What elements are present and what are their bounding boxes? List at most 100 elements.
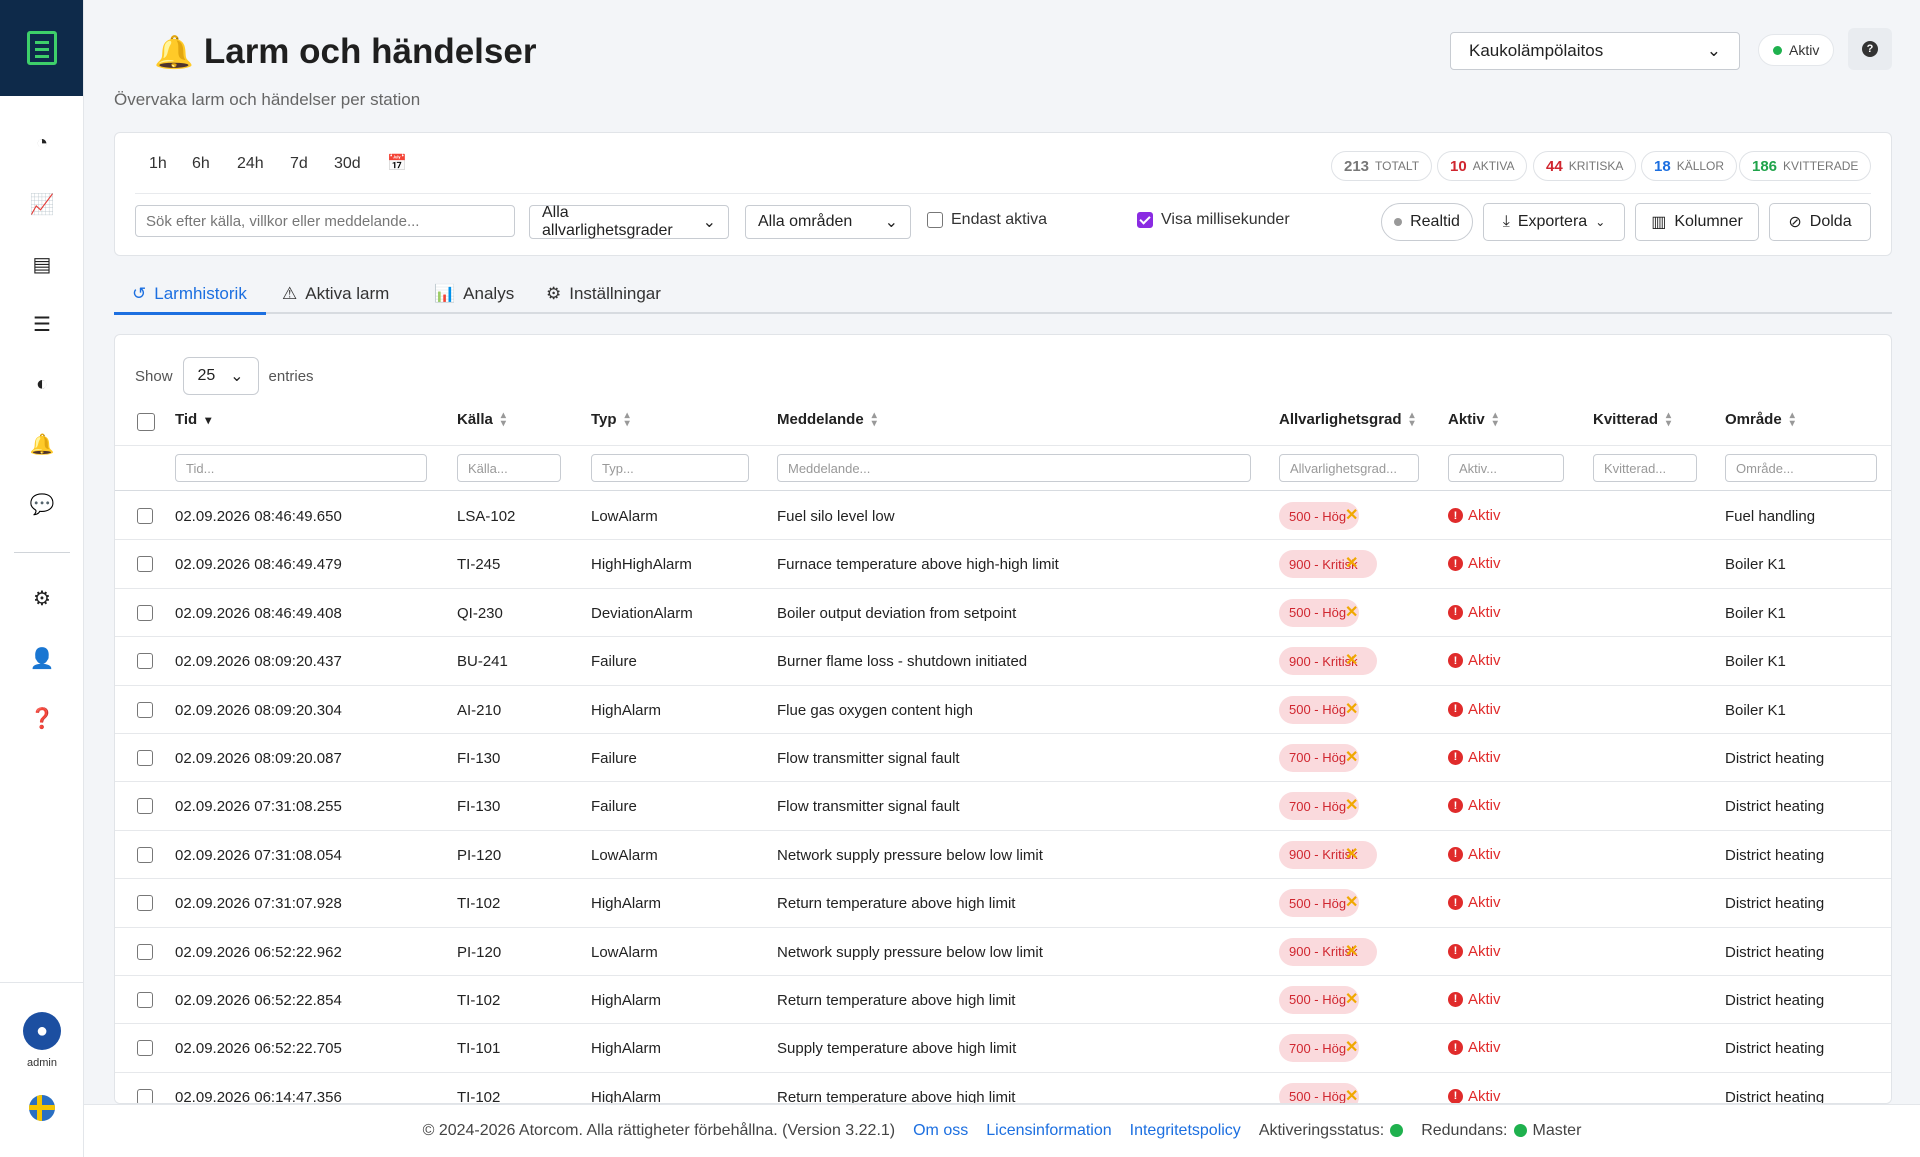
cell-type: HighAlarm	[591, 1040, 662, 1058]
row-checkbox[interactable]	[137, 653, 153, 670]
filter-acknowledged-input[interactable]: Kvitterad...	[1593, 454, 1697, 482]
show-ms-checkbox[interactable]: Visa millisekunder	[1137, 211, 1290, 229]
col-header-active[interactable]: Aktiv ▴ ▾	[1448, 410, 1498, 428]
col-header-severity-label: Allvarlighetsgrad	[1279, 411, 1402, 428]
row-checkbox[interactable]	[137, 1088, 153, 1103]
severity-select[interactable]: Alla allvarlighetsgrader ⌄	[529, 204, 729, 239]
checkbox-box[interactable]	[927, 212, 943, 228]
privacy-link[interactable]: Integritetspolicy	[1130, 1122, 1241, 1140]
table-row[interactable]: 02.09.2026 06:52:22.705 TI-101 HighAlarm Su…	[115, 1024, 1891, 1073]
select-all-checkbox[interactable]	[137, 413, 155, 431]
filter-area-input[interactable]: Område...	[1725, 454, 1877, 482]
export-button[interactable]: ⤓ Exportera ⌄	[1483, 203, 1625, 241]
station-select[interactable]: Kaukolämpölaitos ⌄	[1450, 32, 1740, 70]
cell-area: District heating	[1725, 1040, 1825, 1058]
row-checkbox[interactable]	[137, 846, 153, 863]
row-checkbox[interactable]	[137, 991, 153, 1008]
tab-analysis[interactable]: 📊 Analys	[434, 284, 514, 304]
tab-alarm-history-label: Larmhistorik	[154, 284, 247, 303]
avatar[interactable]: ●	[23, 1012, 61, 1050]
table-row[interactable]: 02.09.2026 08:46:49.650 LSA-102 LowAlarm Fu…	[115, 492, 1891, 541]
filter-time-input[interactable]: Tid...	[175, 454, 427, 482]
range-1h[interactable]: 1h	[149, 155, 167, 173]
filter-message-input[interactable]: Meddelande...	[777, 454, 1251, 482]
checkbox-box-checked[interactable]	[1137, 212, 1153, 228]
page-length-value: 25	[197, 367, 216, 384]
area-select[interactable]: Alla områden ⌄	[745, 205, 911, 239]
range-30d[interactable]: 30d	[334, 155, 361, 173]
filter-type-input[interactable]: Typ...	[591, 454, 749, 482]
help-icon[interactable]: ❓	[24, 700, 60, 736]
cell-message: Furnace temperature above high-high limi…	[777, 556, 1059, 574]
columns-button[interactable]: ▥ Kolumner	[1635, 203, 1759, 241]
row-checkbox[interactable]	[137, 749, 153, 766]
tab-settings[interactable]: ⚙ Inställningar	[546, 284, 661, 304]
row-checkbox[interactable]	[137, 798, 153, 815]
bell-icon[interactable]: 🔔	[24, 426, 60, 462]
brain-icon[interactable]: ◐	[24, 366, 60, 402]
table-row[interactable]: 02.09.2026 06:52:22.962 PI-120 LowAlarm Net…	[115, 928, 1891, 976]
search-input[interactable]: Sök efter källa, villkor eller meddeland…	[135, 205, 515, 237]
only-active-checkbox[interactable]: Endast aktiva	[927, 211, 1047, 229]
swedish-flag-icon[interactable]	[29, 1095, 55, 1121]
license-link[interactable]: Licensinformation	[986, 1122, 1111, 1140]
about-link[interactable]: Om oss	[913, 1122, 968, 1140]
col-header-message[interactable]: Meddelande ▴ ▾	[777, 410, 877, 428]
help-button[interactable]: ?	[1848, 28, 1892, 70]
row-checkbox[interactable]	[137, 556, 153, 573]
exclamation-icon: !	[1448, 991, 1463, 1007]
row-checkbox[interactable]	[137, 604, 153, 621]
alarm-table-panel: Show 25 ⌄ entries Tid ▾ Källa ▴ ▾ Typ ▴ ▾ Medd…	[114, 334, 1892, 1104]
dashboard-icon[interactable]: ◔	[24, 125, 60, 161]
user-settings-icon[interactable]: 👤	[24, 640, 60, 676]
row-checkbox[interactable]	[137, 1040, 153, 1057]
cell-type: LowAlarm	[591, 508, 658, 525]
gear-icon[interactable]: ⚙	[24, 580, 60, 616]
cell-time: 02.09.2026 08:46:49.479	[175, 556, 342, 574]
table-row[interactable]: 02.09.2026 07:31:08.255 FI-130 Failure Flow…	[115, 782, 1891, 831]
range-6h[interactable]: 6h	[192, 155, 210, 173]
col-header-source[interactable]: Källa ▴ ▾	[457, 410, 506, 428]
page-length-select[interactable]: 25 ⌄	[182, 357, 259, 395]
database-icon[interactable]: ☰	[24, 306, 60, 342]
document-icon[interactable]: ▤	[24, 246, 60, 282]
filter-severity-input[interactable]: Allvarlighetsgrad...	[1279, 454, 1419, 482]
filter-active-input[interactable]: Aktiv...	[1448, 454, 1564, 482]
cell-time: 02.09.2026 08:09:20.304	[175, 701, 342, 719]
sms-icon[interactable]: 💬	[24, 486, 60, 522]
exclamation-icon: !	[1448, 895, 1463, 911]
cell-active: ! Aktiv	[1448, 652, 1501, 669]
table-row[interactable]: 02.09.2026 07:31:07.928 TI-102 HighAlarm Re…	[115, 879, 1891, 928]
app-logo[interactable]	[0, 0, 83, 96]
col-header-time[interactable]: Tid ▾	[175, 411, 211, 428]
filter-source-input[interactable]: Källa...	[457, 454, 561, 482]
table-row[interactable]: 02.09.2026 08:46:49.408 QI-230 DeviationAl…	[115, 588, 1891, 638]
cell-time: 02.09.2026 08:09:20.437	[175, 653, 342, 671]
row-checkbox[interactable]	[137, 508, 153, 524]
row-checkbox[interactable]	[137, 943, 153, 960]
table-row[interactable]: 02.09.2026 06:52:22.854 TI-102 HighAlarm Re…	[115, 975, 1891, 1025]
col-header-area[interactable]: Område ▴ ▾	[1725, 410, 1795, 428]
redundancy-dot-icon	[1513, 1124, 1527, 1138]
col-header-severity[interactable]: Allvarlighetsgrad ▴ ▾	[1279, 410, 1415, 428]
table-row[interactable]: 02.09.2026 06:14:47.356 TI-102 HighAlarm Re…	[115, 1072, 1891, 1103]
table-row[interactable]: 02.09.2026 07:31:08.054 PI-120 LowAlarm Net…	[115, 831, 1891, 880]
row-checkbox[interactable]	[137, 895, 153, 912]
table-row[interactable]: 02.09.2026 08:09:20.304 AI-210 HighAlarm Fl…	[115, 685, 1891, 734]
col-header-acknowledged[interactable]: Kvitterad ▴ ▾	[1593, 410, 1671, 428]
tab-active-alarms[interactable]: ⚠ Aktiva larm	[282, 284, 389, 304]
calendar-icon[interactable]: 📅	[387, 153, 407, 173]
table-row[interactable]: 02.09.2026 08:46:49.479 TI-245 HighHighAla…	[115, 540, 1891, 589]
tab-alarm-history[interactable]: ↺ Larmhistorik	[132, 284, 247, 304]
range-24h[interactable]: 24h	[237, 155, 264, 173]
hidden-button[interactable]: ⊘ Dolda	[1769, 203, 1871, 241]
table-row[interactable]: 02.09.2026 08:09:20.087 FI-130 Failure Flow…	[115, 734, 1891, 783]
exclamation-icon: !	[1448, 1088, 1463, 1103]
realtime-button[interactable]: Realtid	[1381, 203, 1473, 241]
cell-source: QI-230	[457, 604, 503, 622]
table-row[interactable]: 02.09.2026 08:09:20.437 BU-241 Failure Burn…	[115, 637, 1891, 686]
row-checkbox[interactable]	[137, 701, 153, 718]
range-7d[interactable]: 7d	[290, 155, 308, 173]
col-header-type[interactable]: Typ ▴ ▾	[591, 410, 630, 428]
chart-line-icon[interactable]: 📈	[24, 186, 60, 222]
